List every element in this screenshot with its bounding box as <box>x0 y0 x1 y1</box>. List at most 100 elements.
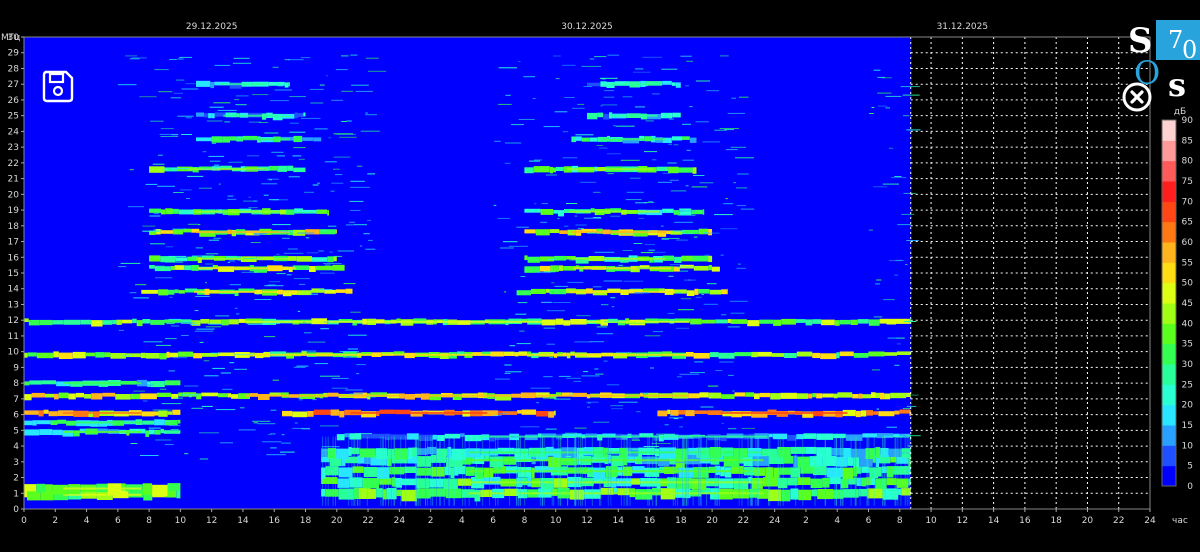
noise-mark <box>620 159 640 161</box>
noise-vertical <box>353 436 355 506</box>
noise-mark <box>682 159 695 161</box>
noise-mark <box>608 137 624 139</box>
noise-vertical <box>497 436 499 506</box>
noise-mark <box>272 224 291 226</box>
noise-mark <box>160 257 177 258</box>
band-15-seg <box>85 352 96 357</box>
noise-vertical <box>415 436 417 506</box>
noise-mark <box>644 202 655 203</box>
noise-mark <box>272 379 279 381</box>
noise-mark <box>368 70 387 72</box>
band-6-seg <box>451 448 466 461</box>
band-15-seg <box>58 352 73 359</box>
band-10-seg <box>154 411 159 416</box>
noise-mark <box>365 248 376 250</box>
noise-mark <box>635 68 644 70</box>
band-13-seg <box>201 392 218 397</box>
x-tick-label: 14 <box>237 516 249 526</box>
noise-mark <box>606 384 620 386</box>
noise-mark <box>620 434 640 436</box>
noise-mark <box>289 131 306 133</box>
band-26-seg <box>553 210 558 214</box>
band-13-seg <box>890 392 907 399</box>
noise-mark <box>690 372 705 374</box>
band-2-seg <box>867 488 883 499</box>
noise-mark <box>505 94 511 96</box>
noise-mark <box>554 396 558 398</box>
noise-mark <box>906 129 921 131</box>
noise-mark <box>871 369 880 371</box>
band-4-seg <box>431 466 445 477</box>
band-17-seg <box>335 289 346 293</box>
noise-mark <box>905 435 921 437</box>
noise-vertical <box>855 436 857 506</box>
noise-mark <box>208 323 223 325</box>
noise-mark <box>177 58 184 60</box>
noise-mark <box>504 373 511 374</box>
noise-mark <box>233 57 250 59</box>
y-tick-label: 9 <box>13 363 19 373</box>
band-22-seg <box>681 255 693 262</box>
band-25-seg <box>161 209 166 215</box>
noise-mark <box>699 182 714 184</box>
noise-vertical <box>627 436 629 506</box>
noise-mark <box>606 153 621 155</box>
x-tick-label: 6 <box>490 516 496 526</box>
close-icon[interactable] <box>1122 82 1152 112</box>
noise-mark <box>741 427 755 429</box>
noise-mark <box>733 182 736 184</box>
noise-mark <box>543 126 560 128</box>
noise-mark <box>505 371 522 373</box>
band-17-seg <box>324 289 336 294</box>
noise-vertical <box>390 436 392 506</box>
band-13-seg <box>130 393 141 400</box>
noise-mark <box>623 280 644 282</box>
noise-mark <box>618 401 638 403</box>
noise-mark <box>660 225 664 227</box>
noise-mark <box>504 291 507 293</box>
band-13-seg <box>833 393 838 399</box>
band-3-seg <box>718 478 734 489</box>
band-6-seg <box>875 447 881 458</box>
noise-mark <box>730 146 746 148</box>
noise-mark <box>367 173 376 175</box>
noise-mark <box>298 399 303 401</box>
noise-mark <box>691 186 708 188</box>
band-15-seg <box>145 353 160 359</box>
band-26-seg <box>540 209 554 215</box>
noise-mark <box>885 95 902 97</box>
band-20-seg <box>540 265 551 272</box>
noise-mark <box>686 60 694 62</box>
band-13-seg <box>808 393 813 399</box>
noise-vertical <box>685 436 687 506</box>
noise-mark <box>554 111 568 113</box>
noise-mark <box>730 312 745 314</box>
band-6-seg <box>790 446 806 454</box>
noise-mark <box>679 426 683 428</box>
band-15-seg <box>166 351 170 358</box>
band-13-seg <box>91 393 103 400</box>
band-13-core <box>245 394 690 397</box>
noise-mark <box>323 263 342 264</box>
noise-mark <box>589 341 605 343</box>
band-10-seg <box>141 411 155 417</box>
noise-mark <box>669 179 679 181</box>
noise-mark <box>345 389 363 391</box>
noise-mark <box>191 255 206 257</box>
noise-mark <box>562 157 578 159</box>
noise-vertical <box>393 436 395 506</box>
y-tick-label: 16 <box>8 253 20 263</box>
band-34-seg <box>600 81 607 87</box>
noise-mark <box>640 392 649 394</box>
band-5-seg <box>797 456 810 468</box>
band-4-seg <box>842 467 854 479</box>
noise-mark <box>564 97 575 98</box>
noise-mark <box>218 183 221 185</box>
noise-vertical <box>542 436 543 506</box>
noise-mark <box>565 432 577 434</box>
x-tick-label: 2 <box>52 516 58 526</box>
band-13-seg <box>708 392 722 399</box>
noise-mark <box>500 247 514 249</box>
noise-mark <box>177 115 194 117</box>
noise-mark <box>695 121 709 123</box>
